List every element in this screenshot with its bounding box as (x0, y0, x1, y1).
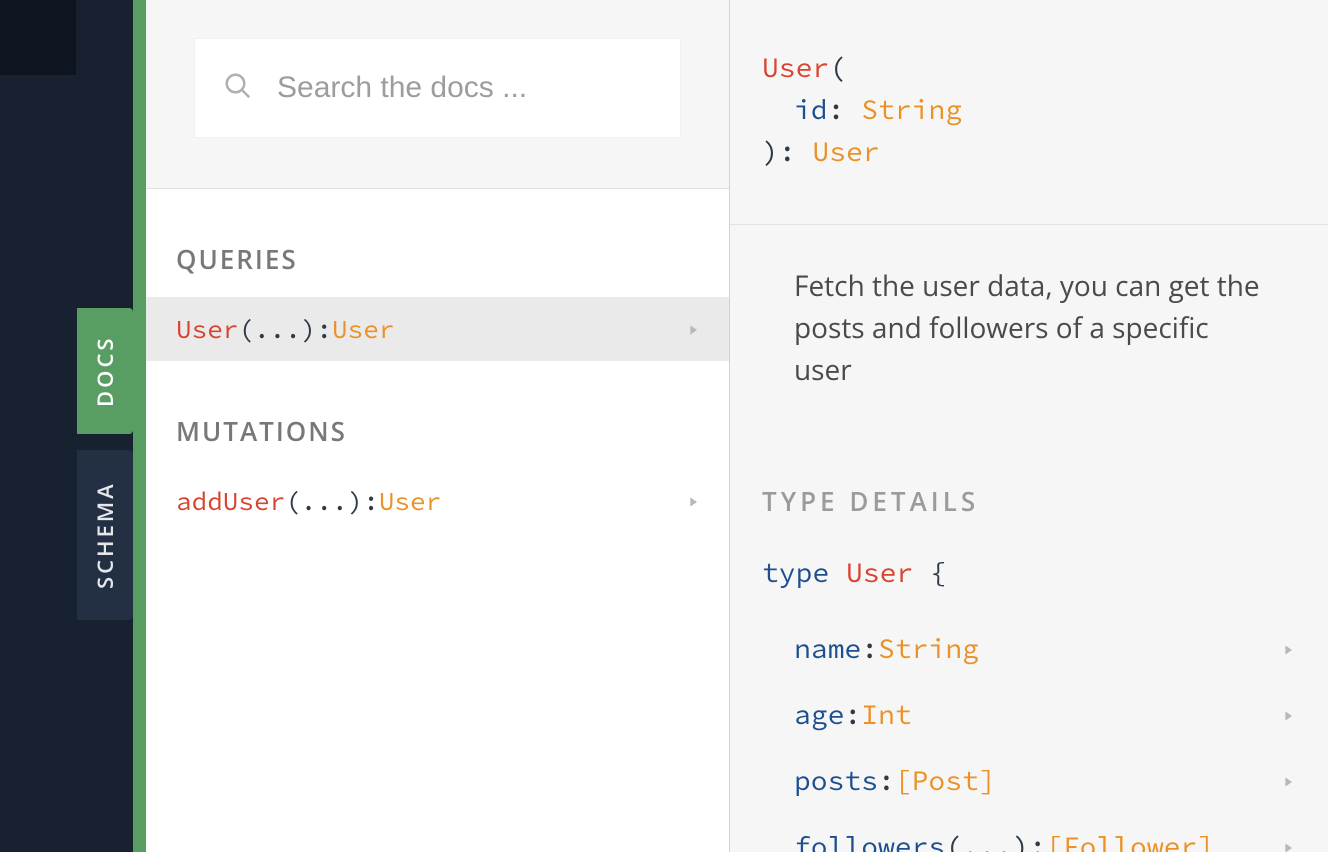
field-signature: User( id: String ): User (730, 46, 1328, 225)
signature-open-paren: ( (829, 49, 846, 85)
type-field-name[interactable]: name: String (762, 615, 1296, 681)
field-name: followers (794, 825, 945, 852)
field-name: name (794, 627, 861, 669)
docs-detail-panel: User( id: String ): User Fetch the user … (730, 0, 1328, 852)
field-type: String (878, 627, 979, 669)
type-details-heading: TYPE DETAILS (730, 391, 1328, 551)
docs-list-panel: QUERIES User(...): User MUTATIONS addUse… (146, 0, 730, 852)
field-colon: : (878, 759, 895, 801)
type-field-followers[interactable]: followers(...): [Follower] (762, 813, 1296, 852)
chevron-right-icon (1280, 693, 1296, 735)
chevron-right-icon (1280, 627, 1296, 669)
chevron-right-icon (1280, 825, 1296, 852)
docs-panel-accent (133, 0, 146, 852)
signature-arg-name: id (794, 91, 828, 127)
tab-schema[interactable]: SCHEMA (77, 450, 133, 620)
mutations-heading: MUTATIONS (146, 361, 729, 469)
type-keyword: type (762, 554, 846, 590)
field-colon: : (844, 693, 861, 735)
query-colon: : (316, 313, 332, 346)
type-definition: type User { name: String age: Int posts:… (730, 551, 1328, 852)
mutation-name: addUser (176, 485, 285, 518)
mutation-args: (...) (285, 485, 363, 518)
signature-arg-colon: : (828, 91, 862, 127)
query-return-type: User (332, 313, 394, 346)
app-sidebar: DOCS SCHEMA (0, 0, 133, 852)
field-description: Fetch the user data, you can get the pos… (730, 225, 1328, 391)
tab-docs[interactable]: DOCS (77, 308, 133, 434)
mutation-item-adduser[interactable]: addUser(...): User (146, 469, 729, 533)
search-box[interactable] (194, 38, 681, 138)
type-brace: { (913, 554, 947, 590)
field-type: [Post] (895, 759, 996, 801)
chevron-right-icon (685, 313, 701, 346)
field-name: posts (794, 759, 878, 801)
search-input[interactable] (277, 71, 652, 105)
type-field-age[interactable]: age: Int (762, 681, 1296, 747)
field-colon: : (861, 627, 878, 669)
type-name: User (846, 554, 913, 590)
signature-return-colon: : (779, 133, 813, 169)
signature-return-type: User (812, 133, 879, 169)
field-args: (...) (945, 825, 1029, 852)
field-type: Int (861, 693, 911, 735)
field-name: age (794, 693, 844, 735)
signature-close-paren: ) (762, 133, 779, 169)
field-type: [Follower] (1046, 825, 1214, 852)
chevron-right-icon (685, 485, 701, 518)
queries-heading: QUERIES (146, 189, 729, 297)
mutation-colon: : (363, 485, 379, 518)
type-field-posts[interactable]: posts: [Post] (762, 747, 1296, 813)
field-colon: : (1029, 825, 1046, 852)
mutation-return-type: User (379, 485, 441, 518)
query-args: (...) (238, 313, 316, 346)
query-name: User (176, 313, 238, 346)
query-item-user[interactable]: User(...): User (146, 297, 729, 361)
chevron-right-icon (1280, 759, 1296, 801)
search-area (146, 0, 729, 189)
signature-name: User (762, 49, 829, 85)
search-icon (223, 71, 253, 106)
sidebar-top-block (0, 0, 76, 75)
signature-arg-type: String (861, 91, 962, 127)
